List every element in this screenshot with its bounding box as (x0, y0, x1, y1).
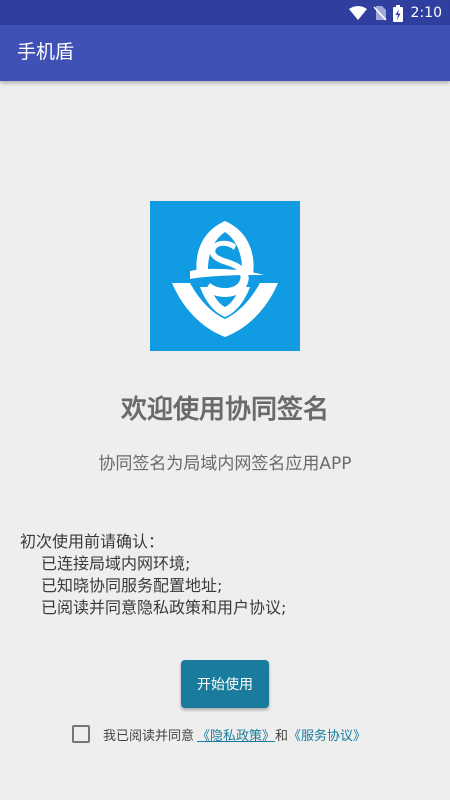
agreement-and: 和 (275, 728, 289, 744)
wifi-icon (348, 6, 367, 20)
agree-checkbox[interactable] (72, 725, 90, 743)
status-bar: 2:10 (0, 0, 450, 25)
start-button[interactable]: 开始使用 (181, 660, 269, 708)
confirm-heading: 初次使用前请确认： (20, 532, 165, 551)
app-logo (150, 201, 300, 351)
app-bar: 手机盾 (0, 25, 450, 81)
welcome-title: 欢迎使用协同签名 (120, 395, 329, 425)
privacy-policy-link[interactable]: 《隐私政策》 (194, 725, 275, 744)
confirm-item-network: 已连接局域内网环境; (41, 554, 191, 573)
status-time: 2:10 (410, 5, 442, 21)
status-icons: 2:10 (348, 3, 442, 23)
confirm-item-address: 已知晓协同服务配置地址; (41, 576, 223, 595)
confirm-list: 初次使用前请确认： 已连接局域内网环境; 已知晓协同服务配置地址; 已阅读并同意… (20, 531, 440, 619)
no-sim-icon (372, 5, 387, 21)
welcome-subtitle: 协同签名为局域内网签名应用APP (98, 454, 352, 474)
battery-charging-icon (392, 4, 403, 22)
agreement-row: 我已阅读并同意 《隐私政策》 和 《服务协议》 (72, 723, 366, 745)
shield-s-logo-icon (172, 221, 278, 337)
app-title: 手机盾 (17, 41, 75, 63)
service-agreement-link[interactable]: 《服务协议》 (288, 725, 366, 744)
agreement-prefix: 我已阅读并同意 (103, 728, 195, 744)
confirm-item-policy: 已阅读并同意隐私政策和用户协议; (41, 598, 287, 617)
